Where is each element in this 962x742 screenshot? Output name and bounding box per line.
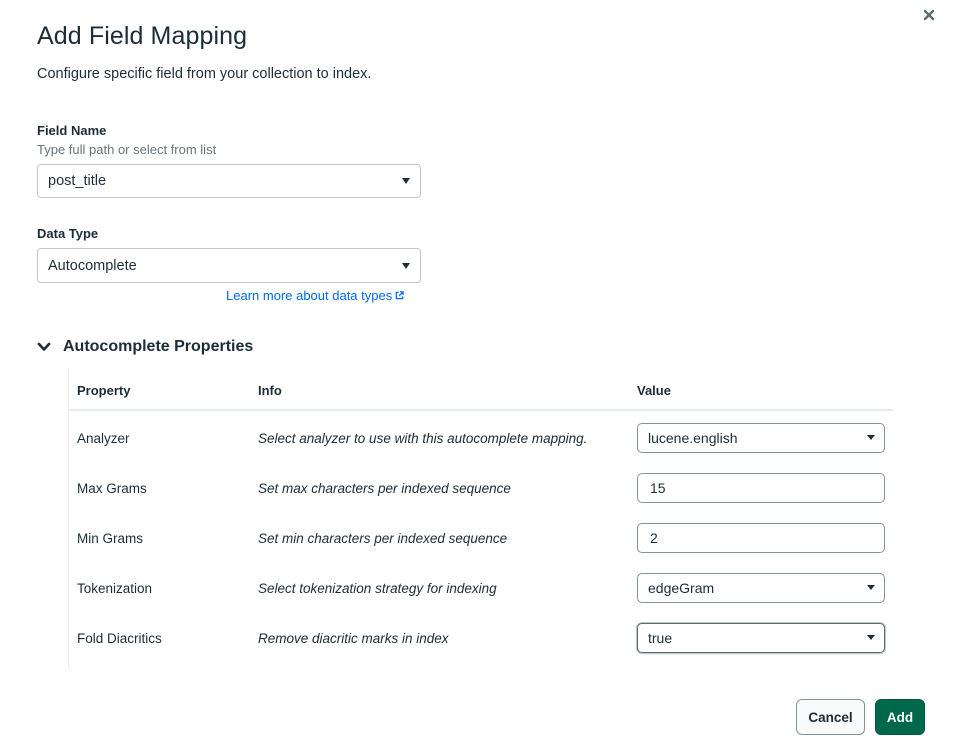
chevron-down-icon: [37, 342, 51, 351]
analyzer-select[interactable]: lucene.english: [637, 423, 885, 453]
table-row-property: Fold Diacritics: [77, 631, 162, 646]
fold-diacritics-value: true: [648, 630, 673, 646]
table-header-divider: [68, 409, 893, 411]
table-row-info: Set min characters per indexed sequence: [258, 531, 508, 546]
learn-more-link-text: Learn more about data types: [226, 288, 393, 303]
tokenization-value: edgeGram: [648, 580, 715, 596]
table-row-property: Min Grams: [77, 531, 144, 546]
modal-title: Add Field Mapping: [37, 22, 248, 50]
close-icon[interactable]: [920, 6, 938, 24]
column-header-value: Value: [637, 383, 671, 398]
field-name-hint: Type full path or select from list: [37, 142, 217, 157]
caret-down-icon: [402, 178, 410, 184]
table-row-info: Remove diacritic marks in index: [258, 631, 449, 646]
external-link-icon: [395, 291, 404, 300]
section-divider: [68, 368, 69, 668]
data-type-label: Data Type: [37, 226, 99, 241]
fold-diacritics-select[interactable]: true: [637, 623, 885, 653]
table-row-info: Select tokenization strategy for indexin…: [258, 581, 497, 596]
table-row-property: Analyzer: [77, 431, 130, 446]
max-grams-input[interactable]: 15: [637, 473, 885, 503]
max-grams-value: 15: [650, 480, 666, 496]
analyzer-value: lucene.english: [648, 430, 738, 446]
data-type-value: Autocomplete: [48, 257, 137, 274]
caret-down-icon: [402, 262, 410, 269]
modal-subtitle: Configure specific field from your colle…: [37, 66, 372, 82]
section-title: Autocomplete Properties: [63, 338, 254, 355]
column-header-property: Property: [77, 383, 131, 398]
data-type-select[interactable]: Autocomplete: [37, 248, 421, 283]
table-row-property: Max Grams: [77, 481, 147, 496]
field-name-select[interactable]: post_title: [37, 164, 421, 198]
field-name-label: Field Name: [37, 123, 107, 138]
min-grams-input[interactable]: 2: [637, 523, 885, 553]
table-row-info: Select analyzer to use with this autocom…: [258, 431, 588, 446]
learn-more-data-types-link[interactable]: Learn more about data types: [226, 288, 404, 303]
table-row-property: Tokenization: [77, 581, 153, 596]
add-field-mapping-modal: Add Field Mapping Configure specific fie…: [0, 0, 962, 742]
autocomplete-properties-toggle[interactable]: Autocomplete Properties: [37, 338, 253, 356]
caret-down-icon: [867, 435, 875, 440]
field-name-value: post_title: [48, 173, 107, 189]
caret-down-icon: [867, 635, 875, 640]
table-row-info: Set max characters per indexed sequence: [258, 481, 511, 496]
column-header-info: Info: [258, 383, 282, 398]
add-button[interactable]: Add: [875, 699, 925, 735]
caret-down-icon: [867, 585, 875, 590]
tokenization-select[interactable]: edgeGram: [637, 573, 885, 603]
cancel-button[interactable]: Cancel: [796, 699, 865, 735]
min-grams-value: 2: [650, 530, 658, 546]
